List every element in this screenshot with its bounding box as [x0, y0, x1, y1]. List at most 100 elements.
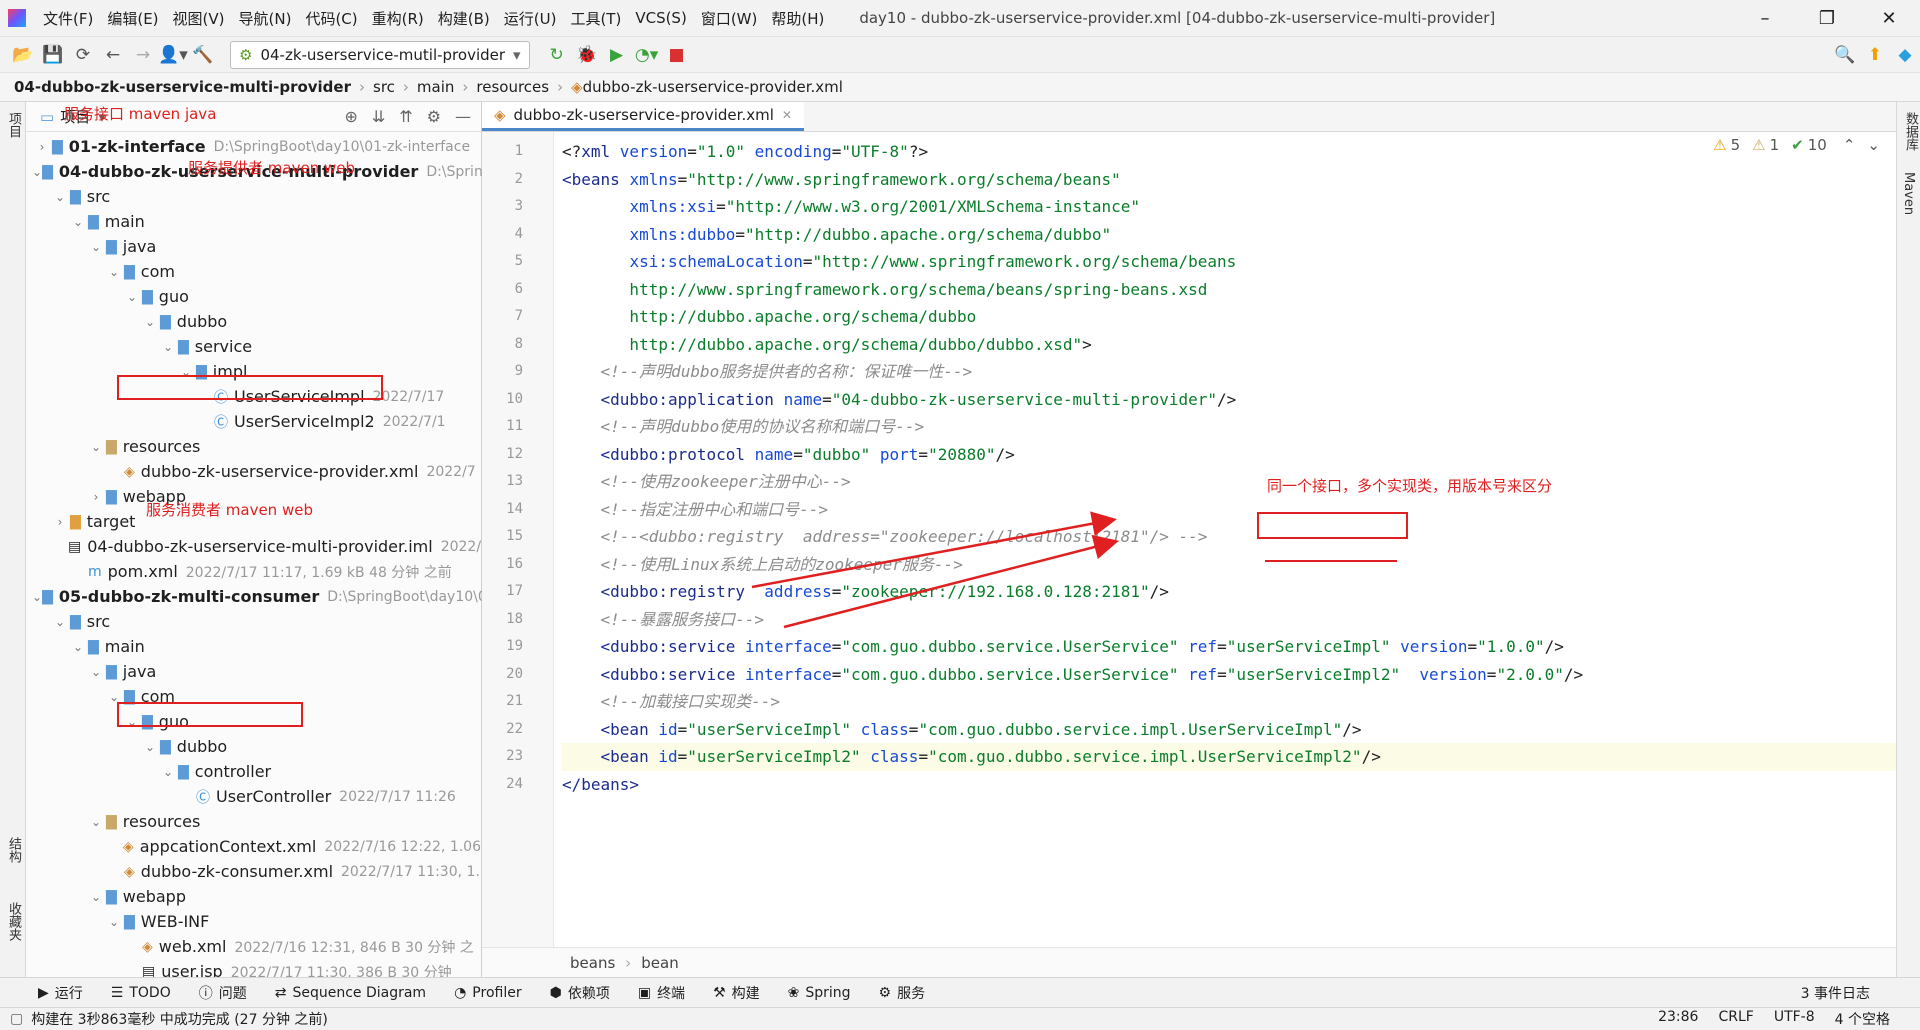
editor-crumb-item[interactable]: bean [641, 954, 678, 972]
tree-node[interactable]: ◈ appcationContext.xml 2022/7/16 12:22, 1.… [26, 834, 481, 859]
code-line[interactable]: <!--暴露服务接口--> [562, 606, 1920, 634]
expand-arrow-icon[interactable]: ⌄ [158, 765, 178, 779]
expand-arrow-icon[interactable]: › [50, 515, 70, 529]
tree-node[interactable]: ⌄ ▇ webapp [26, 884, 481, 909]
update-icon[interactable]: ⬆ [1860, 42, 1890, 68]
expand-arrow-icon[interactable]: ⌄ [86, 240, 106, 254]
code-line[interactable]: xsi:schemaLocation="http://www.springfra… [562, 248, 1920, 276]
minimize-icon[interactable]: – [1734, 8, 1796, 29]
locate-icon[interactable]: ⊕ [344, 107, 357, 126]
hammer-icon[interactable]: 🔨 [188, 42, 218, 68]
code-line[interactable]: <bean id="userServiceImpl2" class="com.g… [562, 743, 1920, 771]
tree-node[interactable]: ⌄ ▇ main [26, 634, 481, 659]
code-line[interactable]: <dubbo:protocol name="dubbo" port="20880… [562, 441, 1920, 469]
sync-icon[interactable]: ⟳ [68, 42, 98, 68]
code-line[interactable]: <!--声明dubbo服务提供者的名称：保证唯一性--> [562, 358, 1920, 386]
code-line[interactable]: xmlns:xsi="http://www.w3.org/2001/XMLSch… [562, 193, 1920, 221]
tree-node[interactable]: Ⓒ UserController 2022/7/17 11:26 [26, 784, 481, 809]
tool-window-button[interactable]: ⓘ 问题 [199, 983, 247, 1003]
expand-arrow-icon[interactable]: ⌄ [140, 315, 160, 329]
hide-icon[interactable]: — [455, 107, 471, 126]
tool-window-button[interactable]: ⚙ 服务 [879, 983, 926, 1003]
code-line[interactable]: <dubbo:application name="04-dubbo-zk-use… [562, 386, 1920, 414]
tree-node[interactable]: › ▇ 01-zk-interface D:\SpringBoot\day10\01-… [26, 134, 481, 159]
tree-node[interactable]: ⌄ ▇ resources [26, 809, 481, 834]
expand-all-icon[interactable]: ⇊ [372, 107, 385, 126]
tree-node[interactable]: ⌄ ▇ dubbo [26, 309, 481, 334]
forward-icon[interactable]: → [128, 42, 158, 68]
favorites-tool-tab[interactable]: 收藏夹 [4, 902, 23, 941]
project-tool-tab[interactable]: 项目 [4, 112, 23, 138]
menu-item[interactable]: 运行(U) [497, 8, 564, 29]
tool-window-button[interactable]: ◔ Profiler [454, 985, 522, 1001]
toolbox-icon[interactable]: ◆ [1890, 42, 1920, 68]
code-line[interactable]: xmlns:dubbo="http://dubbo.apache.org/sch… [562, 221, 1920, 249]
coverage-icon[interactable]: ▶ [602, 42, 632, 68]
menu-item[interactable]: 帮助(H) [764, 8, 831, 29]
tree-node[interactable]: m pom.xml 2022/7/17 11:17, 1.69 kB 48 分钟 之… [26, 559, 481, 584]
tree-node[interactable]: ⌄ ▇ dubbo [26, 734, 481, 759]
expand-arrow-icon[interactable]: ⌄ [86, 665, 106, 679]
tree-node[interactable]: ⌄ ▇ resources [26, 434, 481, 459]
tool-window-button[interactable]: ⇄ Sequence Diagram [275, 985, 426, 1001]
expand-arrow-icon[interactable]: ⌄ [86, 440, 106, 454]
menu-item[interactable]: 构建(B) [431, 8, 497, 29]
tree-node[interactable]: ⌄ ▇ src [26, 184, 481, 209]
save-icon[interactable]: 💾 [38, 42, 68, 68]
indent-setting[interactable]: 4 个空格 [1835, 1009, 1890, 1029]
expand-arrow-icon[interactable]: ⌄ [50, 615, 70, 629]
expand-arrow-icon[interactable]: ⌄ [122, 290, 142, 304]
chevron-up-icon[interactable]: ⌃ [1843, 136, 1856, 154]
menu-item[interactable]: VCS(S) [628, 9, 693, 27]
tree-node[interactable]: ⌄ ▇ 05-dubbo-zk-multi-consumer D:\SpringBoo… [26, 584, 487, 609]
expand-arrow-icon[interactable]: ⌄ [50, 190, 70, 204]
tree-node[interactable]: ⌄ ▇ com [26, 259, 481, 284]
debug-icon[interactable]: 🐞 [572, 42, 602, 68]
file-encoding[interactable]: UTF-8 [1774, 1009, 1815, 1029]
tree-node[interactable]: ◈ web.xml 2022/7/16 12:31, 846 B 30 分钟 之 [26, 934, 481, 959]
breadcrumb-item[interactable]: main [417, 78, 454, 96]
tool-window-button[interactable]: ⚒ 构建 [713, 983, 760, 1003]
editor-crumb-item[interactable]: beans [570, 954, 615, 972]
expand-arrow-icon[interactable]: ⌄ [32, 590, 42, 604]
user-icon[interactable]: 👤▾ [158, 42, 188, 68]
inspection-widget[interactable]: ⚠ 5 ⚠ 1 ✔ 10 ⌃ ⌄ [1713, 136, 1880, 154]
breadcrumb-item[interactable]: dubbo-zk-userservice-provider.xml [583, 78, 843, 96]
tree-node[interactable]: ⌄ ▇ controller [26, 759, 481, 784]
expand-arrow-icon[interactable]: ⌄ [68, 640, 88, 654]
cursor-position[interactable]: 23:86 [1658, 1009, 1698, 1029]
code-line[interactable]: <!--指定注册中心和端口号--> [562, 496, 1920, 524]
open-folder-icon[interactable]: 📂 [8, 42, 38, 68]
run-config-select[interactable]: ⚙ 04-zk-userservice-mutil-provider ▾ [230, 40, 530, 69]
tree-node[interactable]: ⌄ ▇ src [26, 609, 481, 634]
line-separator[interactable]: CRLF [1718, 1009, 1753, 1029]
menu-item[interactable]: 工具(T) [563, 8, 628, 29]
back-icon[interactable]: ← [98, 42, 128, 68]
event-log-button[interactable]: 3 事件日志 [1801, 983, 1870, 1003]
tool-window-button[interactable]: ❀ Spring [788, 985, 851, 1001]
code-area[interactable]: <?xml version="1.0" encoding="UTF-8"?> <b… [562, 132, 1920, 798]
expand-arrow-icon[interactable]: › [32, 140, 52, 154]
code-line[interactable]: http://dubbo.apache.org/schema/dubbo [562, 303, 1920, 331]
code-line[interactable]: <!--声明dubbo使用的协议名称和端口号--> [562, 413, 1920, 441]
tree-node[interactable]: ⌄ ▇ WEB-INF [26, 909, 481, 934]
database-tool-tab[interactable]: 数据库 [1901, 112, 1920, 151]
tool-window-button[interactable]: ⬢ 依赖项 [550, 983, 610, 1003]
tree-node[interactable]: ⌄ ▇ java [26, 234, 481, 259]
menu-item[interactable]: 视图(V) [166, 8, 232, 29]
tree-node[interactable]: Ⓒ UserServiceImpl2 2022/7/1 [26, 409, 481, 434]
menu-item[interactable]: 代码(C) [298, 8, 364, 29]
code-line[interactable]: <!--<dubbo:registry address="zookeeper:/… [562, 523, 1920, 551]
code-line[interactable]: <!--使用zookeeper注册中心--> [562, 468, 1920, 496]
expand-arrow-icon[interactable]: ⌄ [158, 340, 178, 354]
menu-item[interactable]: 文件(F) [36, 8, 100, 29]
tree-node[interactable]: ⌄ ▇ guo [26, 284, 481, 309]
menu-item[interactable]: 重构(R) [365, 8, 431, 29]
chevron-down-icon[interactable]: ⌄ [1867, 136, 1880, 154]
menu-item[interactable]: 编辑(E) [100, 8, 165, 29]
code-line[interactable]: <dubbo:registry address="zookeeper://192… [562, 578, 1920, 606]
code-line[interactable]: <dubbo:service interface="com.guo.dubbo.… [562, 633, 1920, 661]
expand-arrow-icon[interactable]: ⌄ [140, 740, 160, 754]
maven-tool-tab[interactable]: Maven [1901, 172, 1916, 215]
tool-window-button[interactable]: ▣ 终端 [638, 983, 685, 1003]
